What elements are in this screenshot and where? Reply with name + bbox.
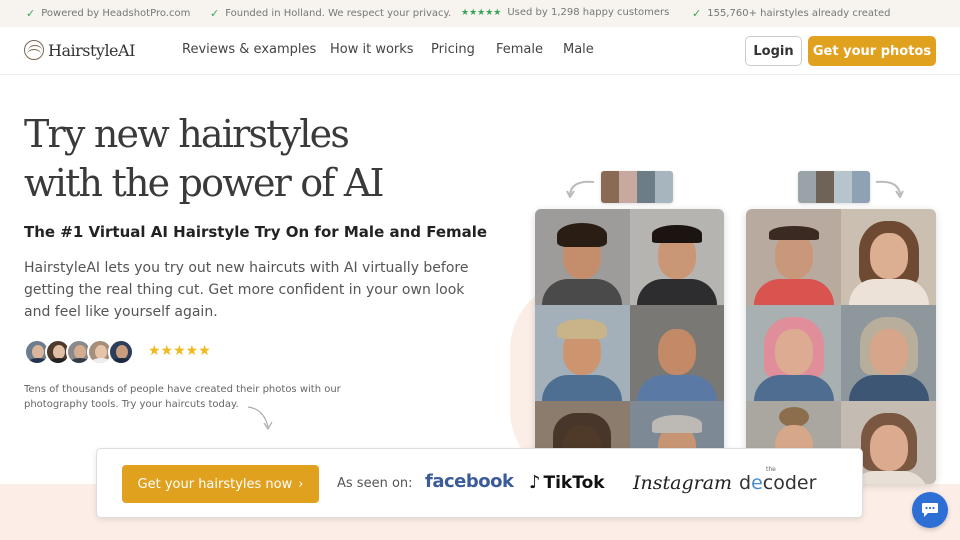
- cta-bar: Get your hairstyles now › As seen on: fa…: [96, 448, 863, 518]
- thumbnail-photo: [816, 171, 834, 203]
- hair-logo-icon: [24, 40, 44, 60]
- decoder-d: d: [739, 472, 752, 494]
- trust-item-created: ✓ 155,760+ hairstyles already created: [692, 7, 890, 20]
- thumbnail-photo: [834, 171, 852, 203]
- logo[interactable]: HairstyleAI: [24, 40, 135, 60]
- tiktok-icon: ♪: [529, 472, 541, 493]
- decoder-e: e: [751, 472, 763, 494]
- nav-link-pricing[interactable]: Pricing: [431, 42, 475, 57]
- curved-arrow-icon: [566, 180, 595, 198]
- trust-item-privacy: ✓ Founded in Holland. We respect your pr…: [210, 7, 451, 20]
- trust-bar: ✓ Powered by HeadshotPro.com ✓ Founded i…: [0, 0, 960, 27]
- thumbnail-photo: [852, 171, 870, 203]
- trust-item-powered: ✓ Powered by HeadshotPro.com: [26, 7, 190, 20]
- source-photos-male: [601, 171, 673, 203]
- source-photos-female: [798, 171, 870, 203]
- trust-text: Powered by HeadshotPro.com: [41, 8, 191, 19]
- page-title: Try new hairstyles with the power of AI: [24, 110, 385, 208]
- rating-stars: ★★★★★: [148, 343, 211, 359]
- nav-link-male[interactable]: Male: [563, 42, 594, 57]
- chevron-right-icon: ›: [298, 476, 304, 492]
- check-icon: ✓: [692, 7, 702, 20]
- trust-text: Founded in Holland. We respect your priv…: [225, 8, 452, 19]
- nav-link-how-it-works[interactable]: How it works: [330, 42, 414, 57]
- avatar: [108, 339, 134, 365]
- nav-link-female[interactable]: Female: [496, 42, 543, 57]
- title-line-2: with the power of AI: [24, 161, 385, 205]
- check-icon: ✓: [26, 7, 36, 20]
- hairstyle-photo: [629, 305, 724, 401]
- login-button[interactable]: Login: [745, 36, 802, 66]
- male-hairstyle-grid: [535, 209, 724, 484]
- title-line-1: Try new hairstyles: [24, 112, 350, 156]
- curved-arrow-icon: [875, 180, 904, 198]
- instagram-logo: Instagram: [633, 472, 733, 494]
- hero-description: HairstyleAI lets you try out new haircut…: [24, 260, 469, 320]
- logo-text: HairstyleAI: [48, 40, 135, 60]
- hairstyle-photo: [629, 209, 724, 305]
- thumbnail-photo: [798, 171, 816, 203]
- chat-icon: [922, 503, 938, 517]
- curved-arrow-icon: [247, 406, 273, 431]
- hairstyle-photo: [535, 305, 630, 401]
- navbar: HairstyleAI Reviews & examples How it wo…: [0, 27, 960, 75]
- check-icon: ✓: [210, 7, 220, 20]
- hairstyle-photo: [746, 305, 841, 401]
- hero-subtitle: The #1 Virtual AI Hairstyle Try On for M…: [24, 223, 488, 241]
- decoder-logo: the decoder: [739, 466, 817, 494]
- female-hairstyle-grid: [746, 209, 936, 484]
- thumbnail-photo: [637, 171, 655, 203]
- trust-text: Used by 1,298 happy customers: [507, 7, 670, 18]
- trust-item-customers: ★★★★★ Used by 1,298 happy customers: [461, 7, 669, 18]
- rating-stars: ★★★★★: [461, 7, 502, 18]
- get-hairstyles-button[interactable]: Get your hairstyles now ›: [122, 465, 319, 503]
- hairstyle-photo: [841, 305, 936, 401]
- facebook-logo: facebook: [425, 471, 514, 492]
- tiktok-logo: ♪ TikTok: [529, 472, 605, 493]
- hairstyle-photo: [535, 209, 630, 305]
- thumbnail-photo: [601, 171, 619, 203]
- tiktok-text: TikTok: [543, 472, 605, 493]
- trust-text: 155,760+ hairstyles already created: [707, 8, 891, 19]
- hairstyle-photo: [746, 209, 841, 305]
- hairstyle-photo: [841, 209, 936, 305]
- as-seen-on-label: As seen on:: [337, 476, 413, 491]
- get-photos-button[interactable]: Get your photos: [808, 36, 936, 66]
- hero-note: Tens of thousands of people have created…: [24, 384, 341, 410]
- decoder-rest: coder: [762, 472, 817, 494]
- decoder-the: the: [766, 466, 776, 473]
- nav-link-reviews[interactable]: Reviews & examples: [182, 42, 316, 57]
- customer-avatars: [24, 339, 134, 365]
- get-hairstyles-label: Get your hairstyles now: [137, 476, 293, 492]
- chat-button[interactable]: [912, 492, 948, 528]
- thumbnail-photo: [619, 171, 637, 203]
- thumbnail-photo: [655, 171, 673, 203]
